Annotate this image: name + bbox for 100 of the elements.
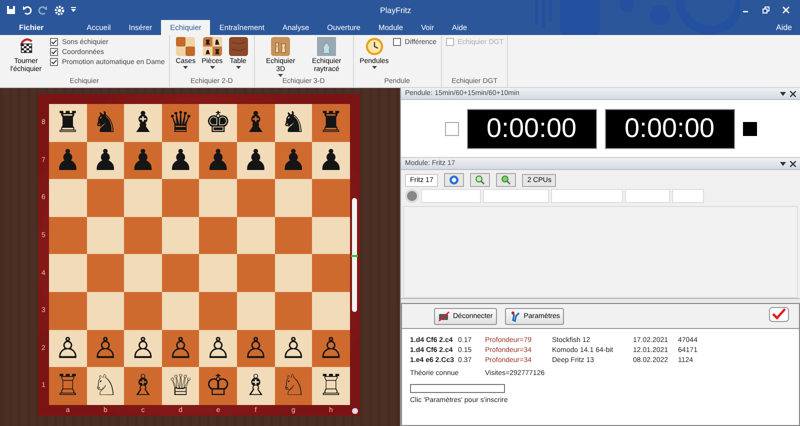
zoom-out-button[interactable] (496, 173, 516, 187)
chess-piece[interactable]: ♖ (54, 371, 81, 400)
board-square[interactable]: ♟ (162, 142, 200, 180)
board-square[interactable]: ♘ (274, 367, 312, 405)
board-square[interactable]: ♚ (199, 104, 237, 142)
chess-piece[interactable]: ♟ (318, 146, 344, 175)
board-square[interactable] (124, 216, 162, 254)
zoom-in-button[interactable] (470, 173, 490, 187)
chess-piece[interactable]: ♗ (242, 371, 269, 400)
board-square[interactable] (274, 216, 312, 254)
undo-icon[interactable] (22, 5, 32, 15)
chess-piece[interactable]: ♙ (92, 334, 118, 363)
chess-piece[interactable]: ♔ (205, 371, 232, 400)
board-square[interactable] (86, 179, 124, 217)
board-square[interactable] (162, 216, 200, 254)
board-square[interactable] (49, 216, 87, 254)
board-square[interactable] (274, 254, 312, 292)
help-link[interactable]: Aide (776, 23, 792, 32)
chess-piece[interactable]: ♞ (92, 108, 118, 138)
close-icon[interactable] (790, 90, 796, 96)
board-square[interactable]: ♞ (86, 104, 124, 142)
board-square[interactable] (162, 292, 200, 330)
board-square[interactable] (274, 179, 312, 217)
dropdown-icon[interactable] (780, 92, 786, 96)
chess-piece[interactable]: ♜ (54, 108, 81, 138)
chess-piece[interactable]: ♝ (130, 108, 156, 138)
chess-piece[interactable]: ♜ (318, 108, 344, 138)
settings-icon[interactable] (54, 4, 65, 16)
engine-start-button[interactable] (444, 173, 464, 187)
redo-icon[interactable] (38, 5, 48, 15)
board-square[interactable] (86, 254, 124, 292)
chess-piece[interactable]: ♘ (280, 371, 306, 400)
board-size-slider[interactable] (352, 198, 357, 312)
chess-piece[interactable]: ♗ (130, 371, 156, 400)
chess-piece[interactable]: ♙ (54, 334, 81, 363)
chess-piece[interactable]: ♟ (280, 146, 306, 175)
chess-piece[interactable]: ♟ (130, 146, 156, 175)
board-square[interactable]: ♙ (312, 330, 350, 368)
board-square[interactable]: ♜ (312, 104, 350, 142)
board-square[interactable]: ♝ (124, 104, 162, 142)
board-square[interactable]: ♙ (124, 330, 162, 368)
board-square[interactable]: ♙ (49, 330, 87, 368)
board-square[interactable]: ♙ (199, 330, 237, 368)
restore-icon[interactable] (762, 6, 770, 14)
checkbox[interactable] (392, 38, 401, 46)
board-square[interactable] (199, 216, 237, 254)
board-square[interactable]: ♝ (236, 104, 275, 142)
checkbox[interactable] (50, 38, 58, 46)
chess-piece[interactable]: ♚ (205, 108, 232, 138)
chess-piece[interactable]: ♙ (130, 334, 156, 363)
chess-piece[interactable]: ♛ (168, 108, 194, 138)
board-square[interactable] (274, 292, 312, 330)
board-square[interactable]: ♟ (236, 142, 275, 180)
board-square[interactable] (86, 216, 124, 254)
chess-piece[interactable]: ♙ (168, 334, 194, 363)
board-square[interactable] (236, 292, 275, 330)
close-icon[interactable] (790, 160, 796, 166)
checkmark-icon[interactable] (769, 307, 789, 325)
board-square[interactable]: ♘ (86, 367, 124, 405)
board-square[interactable]: ♟ (199, 142, 237, 180)
chess-piece[interactable]: ♙ (205, 334, 232, 363)
board-square[interactable]: ♙ (236, 330, 275, 368)
chess-piece[interactable]: ♟ (168, 146, 194, 175)
chess-piece[interactable]: ♙ (318, 334, 344, 363)
checkbox[interactable] (50, 48, 58, 56)
board-square[interactable]: ♗ (236, 367, 275, 405)
board-square[interactable] (162, 254, 200, 292)
board-square[interactable] (162, 179, 200, 217)
checkbox[interactable] (50, 58, 58, 66)
board-square[interactable]: ♔ (199, 367, 237, 405)
board-square[interactable]: ♙ (86, 330, 124, 368)
board-square[interactable]: ♞ (274, 104, 312, 142)
caret-icon[interactable] (71, 7, 76, 13)
dropdown-icon[interactable] (780, 162, 786, 166)
chess-piece[interactable]: ♟ (92, 146, 118, 175)
chess-piece[interactable]: ♙ (280, 334, 306, 363)
chess-piece[interactable]: ♖ (318, 371, 344, 400)
board-square[interactable]: ♖ (312, 367, 350, 405)
board-square[interactable]: ♖ (49, 367, 87, 405)
save-icon[interactable] (6, 5, 16, 15)
board-square[interactable] (236, 216, 275, 254)
board-square[interactable]: ♜ (49, 104, 87, 142)
board-square[interactable]: ♛ (162, 104, 200, 142)
chess-piece[interactable]: ♕ (168, 371, 194, 400)
chess-piece[interactable]: ♝ (242, 108, 269, 138)
chess-piece[interactable]: ♟ (54, 146, 81, 175)
chess-piece[interactable]: ♟ (242, 146, 269, 175)
board-square[interactable] (86, 292, 124, 330)
board-square[interactable]: ♟ (86, 142, 124, 180)
chess-piece[interactable]: ♙ (242, 334, 269, 363)
board-square[interactable]: ♙ (162, 330, 200, 368)
board-square[interactable]: ♟ (124, 142, 162, 180)
board-square[interactable]: ♗ (124, 367, 162, 405)
chess-piece[interactable]: ♞ (280, 108, 306, 138)
board-square[interactable]: ♕ (162, 367, 200, 405)
chess-piece[interactable]: ♟ (205, 146, 232, 175)
board-square[interactable]: ♟ (312, 142, 350, 180)
board-square[interactable]: ♙ (274, 330, 312, 368)
board-square[interactable]: ♟ (274, 142, 312, 180)
chess-piece[interactable]: ♘ (92, 371, 118, 400)
